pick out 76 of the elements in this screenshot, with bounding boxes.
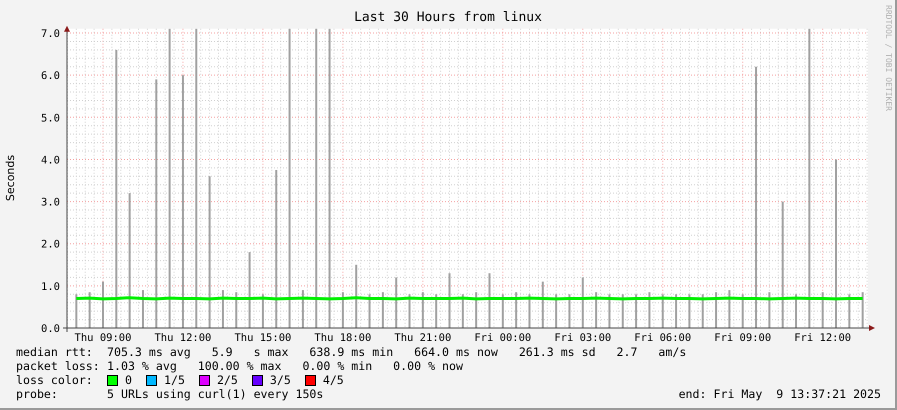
loss-level-label: 2/5 [216, 373, 238, 387]
smoke-bar [555, 294, 558, 328]
x-tick-label: Thu 12:00 [154, 332, 212, 344]
x-tick-label: Thu 21:00 [394, 332, 452, 344]
smoke-bar [742, 294, 744, 328]
smoke-bar [382, 292, 384, 328]
y-tick-label: 6.0 [41, 70, 60, 82]
smoke-bar [848, 294, 850, 328]
smoke-bar [88, 292, 91, 328]
smoke-bar [395, 277, 398, 328]
smoke-bar [142, 290, 144, 328]
credit-text: RRDTOOL / TOBI OETIKER [884, 5, 893, 111]
loss-level-label: 4/5 [322, 373, 344, 387]
smoke-bar [408, 294, 411, 328]
smoke-bar [568, 294, 570, 328]
probe-text: 5 URLs using curl(1) every 150s [107, 387, 324, 401]
smoke-bar [222, 290, 224, 328]
smoke-bar [542, 282, 544, 328]
y-tick-label: 4.0 [41, 154, 60, 166]
smoke-bar [582, 277, 584, 328]
smoke-bar [662, 294, 664, 328]
smoke-bar [715, 292, 718, 328]
smoke-bar [635, 294, 638, 328]
smoke-bar [368, 294, 371, 328]
smoke-bar [822, 292, 824, 328]
loss-level-label: 1/5 [164, 373, 185, 387]
x-tick-label: Fri 03:00 [554, 332, 612, 344]
x-tick-label: Thu 09:00 [74, 332, 132, 344]
end-time: end: Fri May 9 13:37:21 2025 [678, 387, 881, 401]
smoke-bar [102, 282, 104, 328]
y-tick-label: 3.0 [41, 196, 60, 209]
smoke-bar [475, 292, 478, 328]
loss-stats: 1.03 % avg 100.00 % max 0.00 % min 0.00 % now [107, 359, 463, 373]
smoke-bar [608, 294, 610, 328]
y-tick-label: 0.0 [41, 323, 60, 335]
y-axis-label: Seconds [4, 154, 17, 202]
rtt-stats: 705.3 ms avg 5.9 s max 638.9 ms min 664.0 ms now 261.3 ms sd 2.7 am/s [107, 345, 686, 359]
x-tick-label: Fri 12:00 [794, 332, 852, 344]
smoke-bar [262, 294, 264, 328]
loss-level-label: 3/5 [270, 373, 291, 387]
smoke-bar [435, 294, 438, 328]
smoke-bar [528, 294, 530, 328]
smoke-bar [648, 292, 650, 328]
x-tick-label: Thu 15:00 [234, 332, 292, 344]
x-tick-label: Fri 06:00 [634, 332, 692, 344]
x-tick-label: Fri 00:00 [474, 332, 532, 344]
smoke-bar [235, 292, 238, 328]
legend-label: median rtt: [16, 345, 94, 359]
x-tick-label: Fri 09:00 [714, 332, 772, 344]
smoke-bar [728, 290, 730, 328]
smoke-bar [462, 294, 464, 328]
smoke-bar [595, 292, 598, 328]
smoke-bar [768, 292, 770, 328]
smoke-bar [422, 292, 424, 328]
smoke-bar [342, 292, 344, 328]
smoke-bar [795, 294, 798, 328]
smoke-bar [515, 292, 518, 328]
smoke-bar [622, 294, 624, 328]
y-tick-label: 2.0 [41, 238, 60, 251]
y-tick-label: 5.0 [41, 112, 60, 124]
smoke-bar [355, 264, 358, 328]
loss-level-label: 0 [125, 373, 132, 387]
y-tick-label: 1.0 [41, 280, 60, 293]
legend-label: probe: [16, 387, 59, 401]
smoke-bar [302, 290, 304, 328]
legend-label: loss color: [16, 373, 94, 387]
smoke-bar [675, 294, 678, 328]
y-tick-label: 7.0 [41, 28, 60, 40]
smoke-bar [702, 294, 704, 328]
legend-label: packet loss: [16, 359, 101, 373]
smoke-bar [688, 294, 690, 328]
x-tick-label: Thu 18:00 [314, 332, 372, 344]
chart-title: Last 30 Hours from linux [354, 10, 542, 25]
smoke-bar [862, 292, 864, 328]
smoke-bar [502, 294, 504, 328]
smoke-bar [75, 294, 78, 328]
